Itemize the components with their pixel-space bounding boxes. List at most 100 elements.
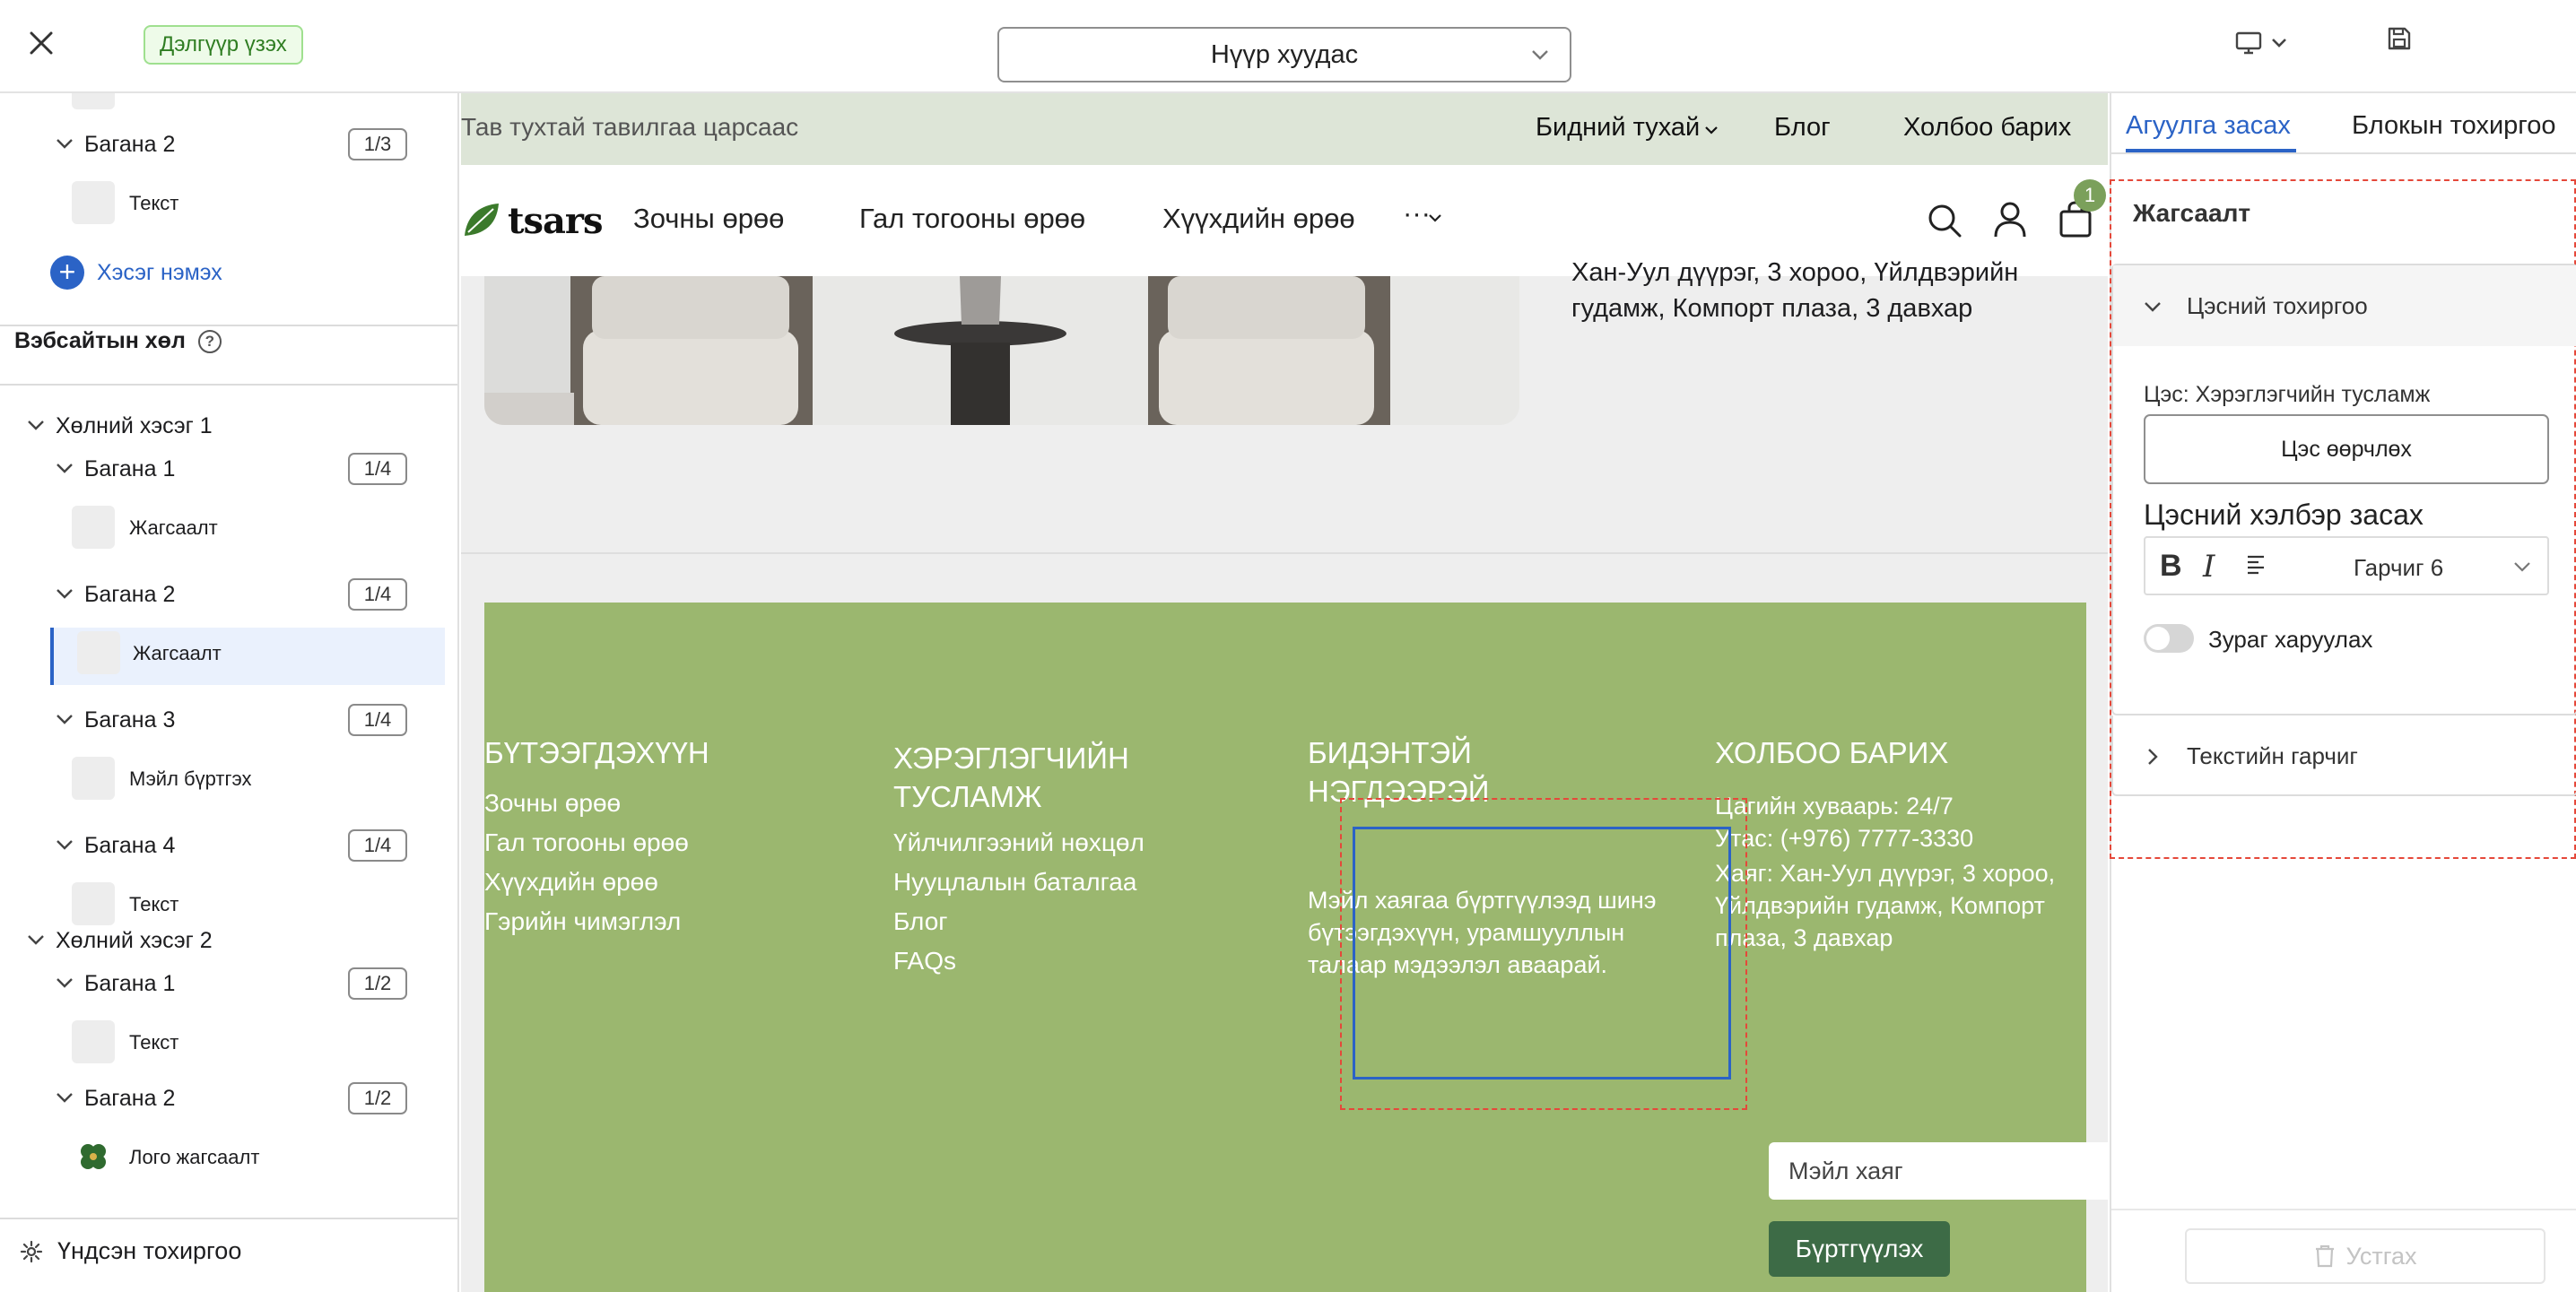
text-heading-accordion[interactable]: Текстийн гарчиг (2111, 715, 2576, 796)
nav-item[interactable]: Зочны өрөө (633, 203, 784, 235)
heading-select[interactable]: Гарчиг 6 (2354, 554, 2443, 582)
block-thumbnail (72, 757, 115, 800)
chevron-down-icon (28, 421, 44, 430)
tree-column-item[interactable]: Багана 3 1/4 (0, 698, 445, 742)
divider (0, 384, 457, 386)
leaf-logo-icon (465, 204, 499, 236)
tree-leaf-label[interactable]: Жагсаалт (129, 516, 218, 540)
tab-block-settings[interactable]: Блокын тохиргоо (2352, 111, 2555, 141)
footer-contact-line: Цагийн хуваарь: 24/7 (1715, 793, 1954, 819)
tree-column-item[interactable]: Багана 1 1/2 (0, 961, 445, 1006)
footer-col-title: ХЭРЭГЛЭГЧИЙН ТУСЛАМЖ (893, 741, 1129, 813)
footer-link[interactable]: Нууцлалын баталгаа (893, 868, 1136, 897)
tree-leaf-label[interactable]: Жагсаалт (133, 642, 222, 665)
chevron-down-icon (2514, 562, 2530, 572)
tree-section-item[interactable]: Хөлний хэсэг 1 (0, 403, 445, 448)
chevron-right-icon (2148, 749, 2158, 765)
subscribe-button[interactable]: Бүртгүүлэх (1769, 1221, 1950, 1277)
tree-leaf-label[interactable]: Лого жагсаалт (129, 1146, 259, 1169)
chevron-down-icon (57, 715, 73, 724)
menu-style-label: Цэсний хэлбэр засах (2144, 499, 2424, 531)
bold-icon[interactable]: B (2160, 549, 2182, 584)
column-count-badge: 1/3 (348, 128, 407, 160)
footer-link[interactable]: Зочны өрөө (484, 789, 621, 818)
footer-link[interactable]: FAQs (893, 947, 956, 976)
tree-column-item[interactable]: Багана 2 1/3 (0, 122, 445, 167)
tree-section-item[interactable]: Хөлний хэсэг 2 (0, 918, 445, 963)
device-preview-button[interactable] (2235, 25, 2302, 61)
announcement-text: Тав тухтай тавилгаа царсаас (461, 113, 799, 141)
footer-col-title: БҮТЭЭГДЭХҮҮН (484, 736, 709, 769)
site-logo[interactable]: tsars (461, 194, 605, 247)
newsletter-email-input[interactable]: Мэйл хаяг (1769, 1142, 2108, 1200)
tree-column-item[interactable]: Багана 2 1/4 (0, 572, 445, 617)
nav-item[interactable]: Хүүхдийн өрөө (1162, 203, 1355, 235)
tree-section-label: Хөлний хэсэг 1 (56, 412, 213, 438)
tab-edit-content[interactable]: Агуулга засах (2126, 111, 2291, 141)
column-count-badge: 1/4 (348, 829, 407, 862)
footer-link[interactable]: Гэрийн чимэглэл (484, 907, 681, 936)
show-image-toggle[interactable] (2144, 624, 2194, 653)
base-settings-button[interactable]: Үндсэн тохиргоо (20, 1237, 241, 1265)
address-text: Хан-Уул дүүрэг, 3 хороо, Үйлдвэрийн гуда… (1571, 258, 2019, 323)
announce-link-blog[interactable]: Блог (1774, 113, 1831, 143)
tree-leaf-label[interactable]: Текст (129, 1031, 178, 1054)
footer-link[interactable]: Хүүхдийн өрөө (484, 868, 658, 897)
image-thumbnail (72, 93, 115, 109)
chevron-down-icon (57, 978, 73, 988)
tree-column-item[interactable]: Багана 1 1/4 (0, 447, 445, 491)
nav-more[interactable]: ··· (1403, 197, 1431, 230)
add-section-button[interactable]: + Хэсэг нэмэх (50, 255, 222, 290)
help-icon[interactable]: ? (197, 329, 222, 353)
preview-store-badge[interactable]: Дэлгүүр үзэх (144, 25, 303, 65)
tree-column-label: Багана 4 (84, 832, 176, 858)
user-icon[interactable] (1993, 201, 2027, 238)
logo-thumbnail (72, 1135, 115, 1178)
cart-count-badge: 1 (2074, 179, 2106, 212)
product-image (484, 276, 1519, 425)
chevron-down-icon (2272, 39, 2286, 48)
tree-leaf-label[interactable]: Мэйл бүртгэх (129, 767, 251, 791)
column-count-badge: 1/4 (348, 704, 407, 736)
footer-heading-label: Вэбсайтын хөл (14, 328, 186, 353)
italic-icon[interactable]: I (2203, 549, 2215, 585)
footer-link[interactable]: Блог (893, 907, 948, 936)
logo-text: tsars (508, 199, 604, 242)
footer-contact-line: Хаяг: Хан-Уул дүүрэг, 3 хороо, Үйлдвэрий… (1715, 860, 2056, 951)
tree-column-label: Багана 2 (84, 131, 176, 157)
tree-leaf-label[interactable]: Текст (129, 893, 178, 916)
block-thumbnail (72, 181, 115, 224)
change-menu-button[interactable]: Цэс өөрчлөх (2144, 414, 2549, 484)
footer-link[interactable]: Үйлчилгээний нөхцөл (893, 828, 1144, 857)
tree-column-label: Багана 2 (84, 1085, 176, 1111)
chevron-down-icon (57, 139, 73, 149)
active-tab-indicator (2126, 149, 2296, 152)
menu-settings-accordion: Цэсний тохиргоо Цэс: Хэрэглэгчийн туслам… (2111, 264, 2576, 715)
tree-column-label: Багана 3 (84, 707, 176, 733)
announce-link-contact[interactable]: Холбоо барих (1903, 113, 2071, 143)
save-icon[interactable] (2386, 25, 2418, 61)
align-left-icon[interactable] (2246, 554, 2269, 576)
nav-item[interactable]: Гал тогооны өрөө (859, 203, 1085, 235)
chevron-down-icon (57, 589, 73, 599)
page-select[interactable]: Нүүр хуудас (997, 27, 1571, 82)
column-count-badge: 1/4 (348, 453, 407, 485)
menu-settings-label: Цэсний тохиргоо (2187, 292, 2368, 319)
text-heading-label: Текстийн гарчиг (2187, 742, 2358, 769)
footer-link[interactable]: Гал тогооны өрөө (484, 828, 689, 857)
close-icon[interactable] (22, 23, 61, 63)
announcement-bar: Тав тухтай тавилгаа царсаас Бидний тухай… (461, 93, 2108, 165)
delete-button[interactable]: Устгах (2185, 1228, 2546, 1284)
tree-column-label: Багана 1 (84, 970, 176, 996)
search-icon[interactable] (1927, 203, 1962, 238)
announce-link-about[interactable]: Бидний тухай (1536, 113, 1700, 143)
block-selection-outline[interactable] (1353, 827, 1731, 1080)
divider (0, 1218, 457, 1219)
tree-column-item[interactable]: Багана 2 1/2 (0, 1076, 445, 1121)
tree-leaf-label[interactable]: Текст (129, 192, 178, 215)
footer-heading: Вэбсайтын хөл ? (14, 328, 222, 354)
block-thumbnail (72, 882, 115, 925)
chevron-down-icon (1705, 126, 1718, 134)
menu-settings-header[interactable]: Цэсний тохиргоо (2113, 265, 2576, 346)
tree-column-item[interactable]: Багана 4 1/4 (0, 823, 445, 868)
